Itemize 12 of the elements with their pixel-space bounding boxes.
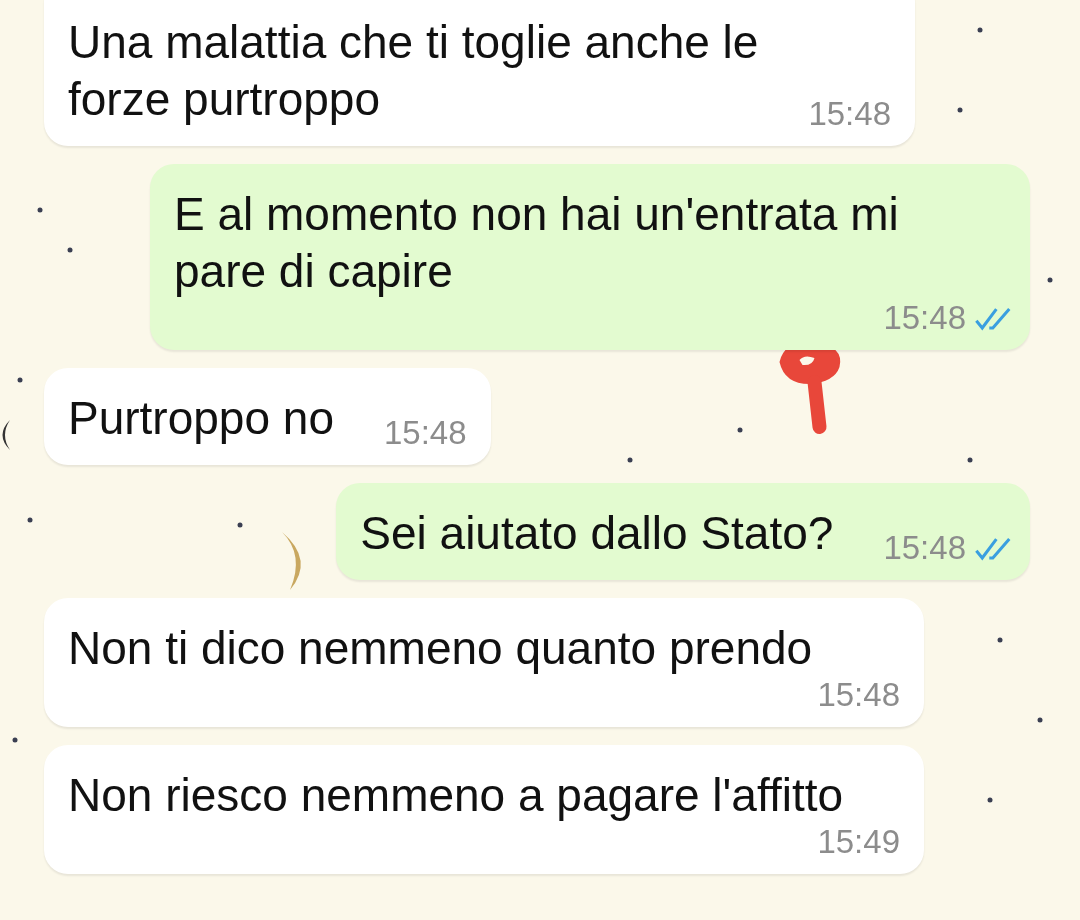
message-time: 15:48 [817, 677, 900, 713]
message-text: E al momento non hai un'entrata mi pare di capire [174, 187, 900, 299]
message-text: Una malattia che ti toglie anche le forze purtroppo [68, 15, 759, 127]
message-text: Non ti dico nemmeno quanto prendo [68, 621, 814, 676]
message-time: 15:48 [883, 300, 966, 336]
message-time: 15:49 [817, 824, 900, 860]
message-time: 15:48 [808, 96, 891, 132]
message-text: Purtroppo no [68, 391, 334, 446]
message-text: Sei aiutato dallo Stato? [360, 506, 834, 561]
message-time: 15:48 [883, 530, 966, 566]
message-text: Non riesco nemmeno a pagare l'affitto [68, 768, 845, 823]
message-time: 15:48 [383, 415, 467, 451]
